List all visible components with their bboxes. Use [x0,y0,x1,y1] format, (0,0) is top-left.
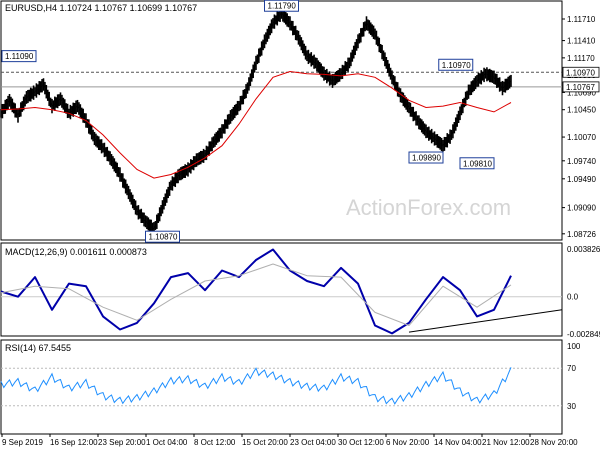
rsi-y-tick-label: 30 [567,402,576,411]
price-annotation-label: 1.11790 [268,2,297,11]
price-panel-title: EURUSD,H4 1.10724 1.10767 1.10699 1.1076… [5,3,197,13]
price-y-tick-label: 1.11170 [567,54,595,63]
price-y-tick-label: 1.11410 [567,37,596,46]
x-tick-label: 23 Oct 04:00 [290,438,336,447]
price-annotation-label: 1.09890 [412,154,441,163]
x-tick-label: 16 Sep 12:00 [50,438,98,447]
macd-panel-title: MACD(12,26,9) 0.001611 0.000873 [5,247,147,257]
macd-y-tick-label: 0.003826 [567,245,600,254]
x-tick-label: 15 Oct 20:00 [242,438,288,447]
x-tick-label: 28 Nov 20:00 [530,438,578,447]
price-y-tick-label: 1.09090 [567,204,596,213]
rsi-panel-frame [0,339,563,435]
watermark-text: ActionForex.com [346,195,511,220]
price-y-tick-label: 1.08726 [567,230,596,239]
x-tick-label: 14 Nov 04:00 [434,438,482,447]
rsi-y-tick-label: 70 [567,364,576,373]
chart-container: EURUSD,H4 1.10724 1.10767 1.10699 1.1076… [0,0,600,450]
price-y-tick-label: 1.10450 [567,106,596,115]
x-tick-label: 9 Sep 2019 [2,438,43,447]
x-tick-label: 6 Nov 20:00 [386,438,430,447]
price-annotation-label: 1.09810 [463,159,492,168]
price-tag-label: 1.10970 [566,68,595,77]
x-tick-label: 23 Sep 20:00 [98,438,146,447]
x-tick-label: 21 Nov 12:00 [482,438,530,447]
price-annotation-label: 1.10870 [149,233,178,242]
rsi-panel-title: RSI(14) 67.5455 [5,343,71,353]
price-y-tick-label: 1.09740 [567,157,596,166]
price-y-tick-label: 1.11710 [567,15,596,24]
price-annotation-label: 1.10970 [442,61,471,70]
price-annotation-label: 1.11090 [5,52,34,61]
x-tick-label: 1 Oct 04:00 [146,438,188,447]
chart-svg: EURUSD,H4 1.10724 1.10767 1.10699 1.1076… [0,0,600,447]
price-y-tick-label: 1.09490 [567,175,596,184]
x-tick-label: 30 Oct 12:00 [338,438,384,447]
price-tag-label: 1.10767 [566,83,595,92]
rsi-y-tick-label: 100 [567,342,581,351]
x-tick-label: 8 Oct 12:00 [194,438,236,447]
macd-y-tick-label: -0.002849 [567,330,600,339]
macd-y-tick-label: 0.0 [567,293,579,302]
price-y-tick-label: 1.10070 [567,133,596,142]
